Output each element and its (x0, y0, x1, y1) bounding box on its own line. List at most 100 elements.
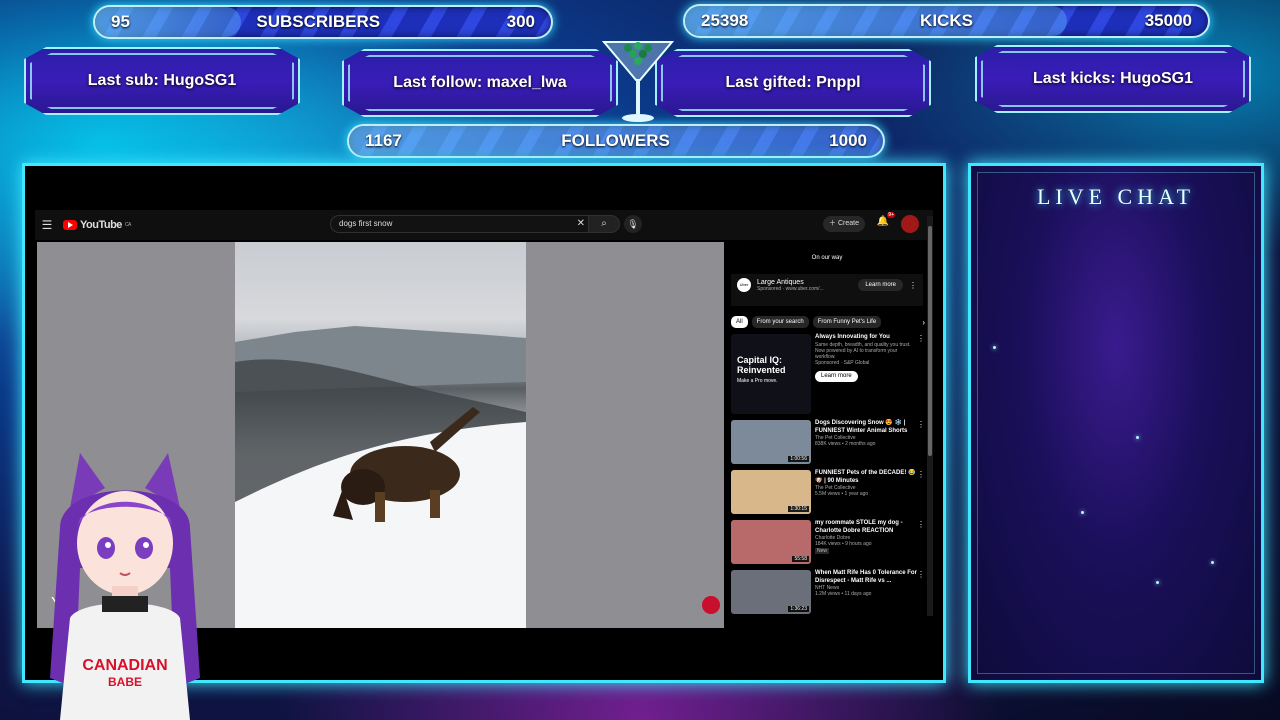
last-follow-box: Last follow: maxel_lwa (342, 49, 618, 117)
uber-logo: Uber (737, 278, 751, 292)
search-icon: ⌕ (601, 218, 607, 229)
clear-search-icon[interactable]: ✕ (577, 216, 585, 232)
subscribers-label: SUBSCRIBERS (256, 12, 381, 31)
youtube-header: ☰ YouTube CA dogs first snow ✕ ⌕ 🎙 ＋ Cre… (35, 210, 933, 240)
new-badge: New (815, 547, 830, 554)
more-options-icon[interactable]: ⋮ (917, 334, 925, 343)
live-chat-title: LIVE CHAT (1036, 184, 1196, 209)
ad-title: Large Antiques (757, 278, 804, 286)
sparkle-decoration (1211, 561, 1214, 564)
video-duration: 1:30:15 (788, 506, 809, 512)
last-kicks-text: Last kicks: HugoSG1 (1032, 70, 1194, 87)
ad-banner: On our way (731, 242, 923, 274)
search-query: dogs first snow (339, 219, 393, 228)
video-title: When Matt Rife Has 0 Tolerance For Disre… (815, 570, 917, 584)
video-meta: 5.5M views • 1 year ago (815, 491, 869, 498)
sponsored-thumb-sub: Make a Pro move. (737, 377, 778, 384)
subscribers-goal: 300 (506, 12, 535, 31)
sponsored-video-item[interactable]: Capital IQ: Reinvented Make a Pro move. … (731, 334, 925, 414)
youtube-logo-text: YouTube (80, 219, 122, 231)
notification-count: 9+ (887, 212, 895, 218)
sparkle-decoration (1136, 436, 1139, 439)
sponsored-thumbnail: Capital IQ: Reinvented Make a Pro move. (731, 334, 811, 414)
youtube-play-icon (63, 220, 77, 230)
video-thumbnail: 1:00:56 (731, 420, 811, 464)
video-title: my roommate STOLE my dog - Charlotte Dob… (815, 520, 903, 534)
recommendation-list: 1:00:56 Dogs Discovering Snow 😍 ❄️ | FUN… (731, 420, 925, 614)
last-gifted-text: Last gifted: Pnppl (725, 74, 861, 91)
hamburger-menu-icon[interactable]: ☰ (35, 218, 59, 232)
last-follow-text: Last follow: maxel_lwa (393, 74, 567, 91)
recommended-video-item[interactable]: 55:58 my roommate STOLE my dog - Charlot… (731, 520, 925, 564)
sparkle-decoration (1081, 511, 1084, 514)
kicks-goal: 35000 (1144, 11, 1192, 30)
kicks-current: 25398 (701, 11, 749, 30)
youtube-sidebar: On our way Uber Large Antiques Sponsored… (731, 242, 925, 636)
kicks-label: KICKS (920, 11, 973, 30)
search-button[interactable]: ⌕ (588, 215, 620, 233)
sparkle-decoration (993, 346, 996, 349)
sponsored-learn-more-button[interactable]: Learn more (815, 370, 858, 382)
last-sub-box: Last sub: HugoSG1 (24, 47, 300, 115)
vtuber-avatar: CANADIAN BABE (50, 453, 200, 720)
sponsored-desc: Same depth, breadth, and quality you tru… (815, 341, 911, 361)
video-thumbnail: 1:36:23 (731, 570, 811, 614)
subscribers-goal-bar: 95 SUBSCRIBERS 300 (93, 5, 553, 39)
sponsored-meta: Sponsored · S&P Global (815, 360, 870, 367)
recommended-video-item[interactable]: 1:30:15 FUNNIEST Pets of the DECADE! 😂 🐶… (731, 470, 925, 514)
shirt-text-line1: CANADIAN (82, 657, 167, 674)
sponsored-ad-card[interactable]: On our way Uber Large Antiques Sponsored… (731, 242, 923, 306)
chevron-right-icon[interactable]: › (922, 318, 925, 327)
create-button[interactable]: ＋ Create (823, 216, 865, 232)
sponsored-title: Always Innovating for You (815, 334, 890, 340)
followers-label: FOLLOWERS (561, 131, 670, 150)
create-label: Create (837, 220, 859, 227)
page-scrollbar[interactable] (927, 216, 933, 616)
notifications-bell-icon[interactable]: 🔔 9+ (877, 212, 895, 227)
followers-goal: 1000 (829, 131, 867, 150)
voice-search-icon[interactable]: 🎙 (624, 215, 642, 233)
kicks-goal-bar: 25398 KICKS 35000 (683, 4, 1210, 38)
video-thumbnail: 1:30:15 (731, 470, 811, 514)
video-meta: 184K views • 9 hours ago (815, 541, 872, 548)
recommended-video-item[interactable]: 1:36:23 When Matt Rife Has 0 Tolerance F… (731, 570, 925, 614)
video-title: FUNNIEST Pets of the DECADE! 😂 🐶 | 90 Mi… (815, 470, 916, 484)
followers-goal-bar: 1167 FOLLOWERS 1000 (347, 124, 885, 158)
chip-all[interactable]: All (731, 316, 748, 328)
subscribers-current: 95 (111, 12, 130, 31)
youtube-logo[interactable]: YouTube CA (63, 219, 131, 231)
subscribe-watermark-icon[interactable] (702, 596, 720, 614)
live-chat-panel: LIVE CHAT (968, 163, 1264, 683)
youtube-region: CA (124, 222, 131, 228)
ad-more-icon[interactable]: ⋮ (909, 281, 917, 290)
more-options-icon[interactable]: ⋮ (917, 520, 925, 529)
account-avatar[interactable] (901, 215, 919, 233)
recommended-video-item[interactable]: 1:00:56 Dogs Discovering Snow 😍 ❄️ | FUN… (731, 420, 925, 464)
video-duration: 55:58 (792, 556, 809, 562)
video-duration: 1:00:56 (788, 456, 809, 462)
video-duration: 1:36:23 (788, 606, 809, 612)
dog-in-snow-image (235, 326, 526, 628)
sparkle-decoration (1156, 581, 1159, 584)
followers-current: 1167 (365, 131, 402, 150)
video-frame-snowy-dog (235, 242, 526, 628)
sponsored-thumb-title: Capital IQ: Reinvented (737, 355, 786, 375)
chip-from-your-search[interactable]: From your search (751, 316, 809, 328)
search-input[interactable]: dogs first snow ✕ (330, 215, 618, 233)
ad-learn-more-button[interactable]: Learn more (858, 279, 903, 291)
video-title: Dogs Discovering Snow 😍 ❄️ | FUNNIEST Wi… (815, 420, 908, 434)
more-options-icon[interactable]: ⋮ (917, 420, 925, 429)
filter-chips: All From your search From Funny Pet's Li… (731, 316, 925, 328)
video-meta: 1.2M views • 11 days ago (815, 591, 872, 598)
more-options-icon[interactable]: ⋮ (917, 470, 925, 479)
last-sub-text: Last sub: HugoSG1 (87, 72, 237, 89)
more-options-icon[interactable]: ⋮ (917, 570, 925, 579)
martini-glass-icon (601, 41, 675, 122)
last-gifted-box: Last gifted: Pnppl (655, 49, 931, 117)
chip-from-funny-pets-life[interactable]: From Funny Pet's Life (812, 316, 882, 328)
video-thumbnail: 55:58 (731, 520, 811, 564)
ad-meta: Sponsored · www.uber.com/... (757, 285, 824, 292)
video-meta: 838K views • 2 months ago (815, 441, 876, 448)
shirt-text-line2: BABE (108, 675, 142, 689)
last-kicks-box: Last kicks: HugoSG1 (975, 45, 1251, 113)
